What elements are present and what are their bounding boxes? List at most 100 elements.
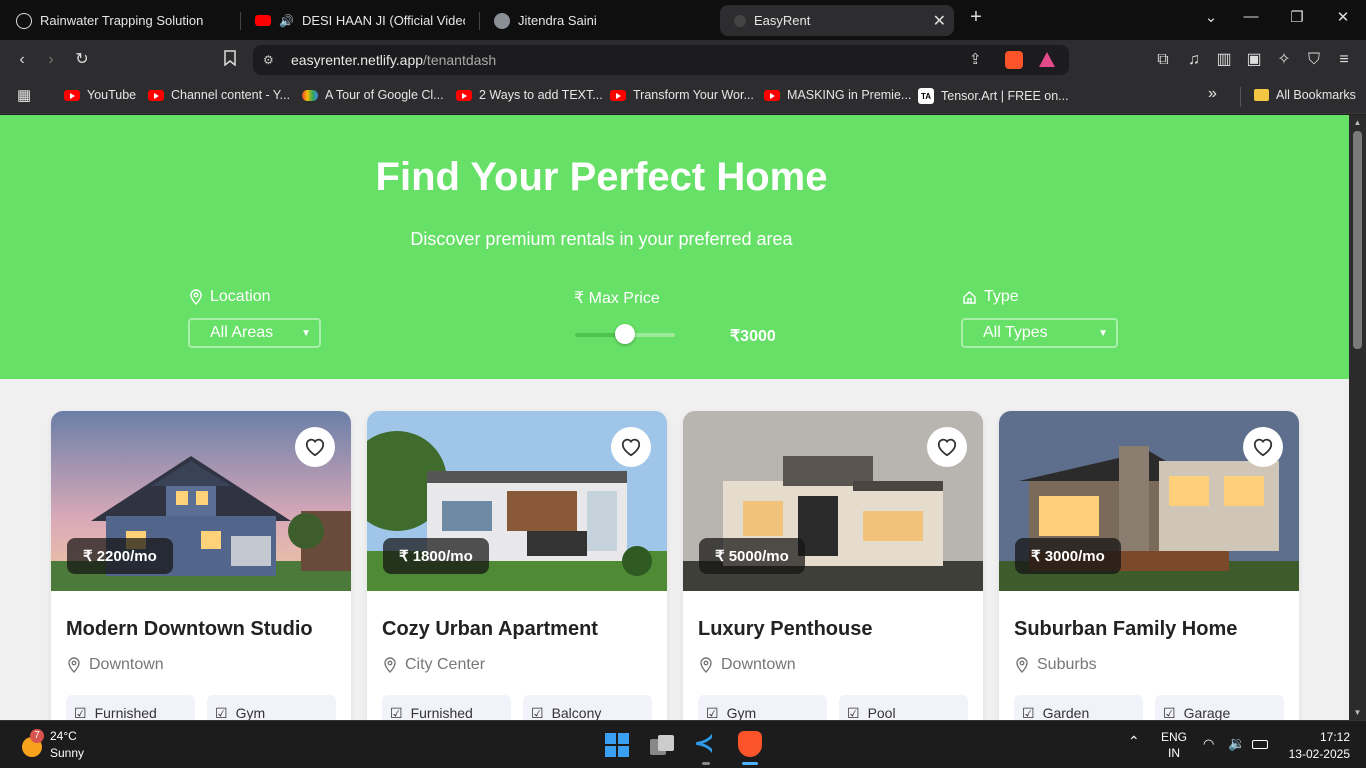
weather-widget[interactable]: 7 24°C Sunny: [18, 729, 98, 763]
tab-search-chevron-icon[interactable]: ⌄: [1199, 8, 1223, 26]
listing-card[interactable]: ₹ 1800/mo Cozy Urban Apartment City Cent…: [367, 411, 667, 720]
scroll-up-icon[interactable]: ▲: [1352, 118, 1363, 127]
home-icon: [963, 290, 976, 304]
battery-icon[interactable]: [1252, 740, 1268, 749]
audio-icon[interactable]: 🔊: [279, 14, 294, 28]
sidebar-icon[interactable]: ▥: [1214, 50, 1234, 70]
check-circle-icon: ☑: [215, 705, 228, 720]
amenity-tag: ☑ Gym: [207, 695, 336, 720]
youtube-icon: [64, 89, 80, 101]
listing-location: Downtown: [699, 656, 796, 674]
listing-card[interactable]: ₹ 3000/mo Suburban Family Home Suburbs ☑…: [999, 411, 1299, 720]
location-select[interactable]: All Areas ▼: [188, 318, 321, 348]
amenity-tag: ☑ Furnished: [66, 695, 195, 720]
wallet-icon[interactable]: ▣: [1244, 50, 1264, 70]
chevron-up-icon[interactable]: ⌃: [1128, 733, 1140, 750]
vscode-icon[interactable]: ≺: [694, 731, 718, 757]
youtube-icon: [255, 15, 271, 26]
amenity-tag: ☑ Balcony: [523, 695, 652, 720]
brave-shields-icon[interactable]: [1005, 51, 1023, 69]
bookmark-youtube[interactable]: YouTube: [64, 88, 136, 102]
url-text[interactable]: easyrenter.netlify.app/tenantdash: [291, 52, 496, 68]
page-subtitle: Discover premium rentals in your preferr…: [410, 229, 793, 249]
back-icon[interactable]: ‹: [12, 50, 32, 70]
listing-card[interactable]: ₹ 2200/mo Modern Downtown Studio Downtow…: [51, 411, 351, 720]
address-bar[interactable]: ⚙ easyrenter.netlify.app/tenantdash ⇪: [253, 45, 1069, 75]
all-bookmarks-button[interactable]: All Bookmarks: [1254, 88, 1356, 102]
brave-rewards-icon[interactable]: [1039, 52, 1055, 67]
price-badge: ₹ 3000/mo: [1015, 538, 1121, 574]
minimize-button[interactable]: —: [1239, 8, 1263, 25]
price-badge: ₹ 2200/mo: [67, 538, 173, 574]
extensions-icon[interactable]: ⧉: [1153, 50, 1173, 70]
price-slider-thumb[interactable]: [615, 324, 635, 344]
windows-start-icon[interactable]: [605, 733, 629, 757]
bookmark-masking[interactable]: MASKING in Premie...: [764, 88, 911, 102]
media-icon[interactable]: ♫: [1184, 50, 1204, 70]
listing-title: Luxury Penthouse: [698, 618, 873, 640]
brave-browser-icon[interactable]: [738, 731, 762, 757]
bookmarks-bar: ▦ YouTube Channel content - Y... A Tour …: [0, 80, 1366, 114]
favorite-button[interactable]: [611, 427, 651, 467]
scrollbar-thumb[interactable]: [1353, 131, 1362, 349]
tab-rainwater[interactable]: Rainwater Trapping Solution: [6, 5, 236, 36]
type-label: Type: [962, 288, 1019, 306]
share-icon[interactable]: ⇪: [969, 50, 982, 68]
clock[interactable]: 17:12 13-02-2025: [1280, 730, 1350, 761]
favorite-button[interactable]: [295, 427, 335, 467]
youtube-icon: [456, 89, 472, 101]
menu-icon[interactable]: ≡: [1334, 50, 1354, 70]
heart-icon: [305, 438, 325, 457]
close-window-button[interactable]: ✕: [1331, 8, 1355, 26]
bookmark-transform[interactable]: Transform Your Wor...: [610, 88, 754, 102]
map-pin-icon: [190, 289, 202, 305]
page-scrollbar[interactable]: ▲ ▼: [1349, 115, 1366, 720]
leo-ai-icon[interactable]: ✧: [1274, 50, 1294, 70]
favorite-button[interactable]: [1243, 427, 1283, 467]
tab-jitendra-saini[interactable]: Jitendra Saini: [484, 5, 714, 36]
bookmark-add-text[interactable]: 2 Ways to add TEXT...: [456, 88, 603, 102]
tab-title: Jitendra Saini: [518, 13, 597, 28]
forward-icon[interactable]: ›: [41, 50, 61, 70]
tensorart-icon: TA: [918, 88, 934, 104]
weather-badge: 7: [30, 729, 44, 743]
reload-icon[interactable]: ↻: [72, 50, 92, 70]
listing-card[interactable]: ₹ 5000/mo Luxury Penthouse Downtown ☑ Gym…: [683, 411, 983, 720]
amenity-tag: ☑ Furnished: [382, 695, 511, 720]
new-tab-button[interactable]: +: [964, 6, 988, 29]
check-circle-icon: ☑: [531, 705, 544, 720]
youtube-icon: [764, 89, 780, 101]
apps-icon[interactable]: ▦: [17, 86, 31, 104]
max-price-label: ₹ Max Price: [574, 290, 660, 307]
wifi-icon[interactable]: ◠: [1203, 736, 1214, 752]
maximize-button[interactable]: ❐: [1285, 8, 1309, 26]
tab-title: EasyRent: [754, 13, 811, 28]
more-bookmarks-icon[interactable]: »: [1208, 85, 1217, 103]
bookmark-channel-content[interactable]: Channel content - Y...: [148, 88, 290, 102]
close-tab-icon[interactable]: ✕: [933, 11, 946, 31]
favorite-button[interactable]: [927, 427, 967, 467]
page-title: Find Your Perfect Home: [375, 155, 828, 199]
listing-location: Downtown: [67, 656, 164, 674]
avatar-icon: [494, 12, 510, 29]
site-icon: [734, 14, 746, 27]
chatgpt-icon: [16, 12, 32, 29]
site-info-icon[interactable]: ⚙: [263, 53, 274, 67]
language-indicator[interactable]: ENG IN: [1161, 730, 1187, 760]
chevron-down-icon: ▼: [1098, 327, 1108, 339]
task-view-icon[interactable]: [650, 735, 674, 755]
tab-title: Rainwater Trapping Solution: [40, 13, 204, 28]
vpn-icon[interactable]: ⛉: [1304, 50, 1324, 70]
tab-strip: Rainwater Trapping Solution 🔊 DESI HAAN …: [0, 0, 1366, 40]
tab-desi-haan-ji[interactable]: 🔊 DESI HAAN JI (Official Video) No: [245, 5, 475, 36]
bookmark-icon[interactable]: [220, 50, 240, 70]
scroll-down-icon[interactable]: ▼: [1352, 708, 1363, 717]
type-select[interactable]: All Types ▼: [961, 318, 1118, 348]
volume-icon[interactable]: 🔉: [1228, 735, 1245, 752]
check-circle-icon: ☑: [706, 705, 719, 720]
map-pin-icon: [1016, 657, 1028, 673]
listing-title: Modern Downtown Studio: [66, 618, 313, 640]
tab-easyrent[interactable]: EasyRent ✕: [720, 5, 954, 36]
bookmark-tensorart[interactable]: TA Tensor.Art | FREE on...: [918, 88, 1069, 104]
bookmark-google-cloud[interactable]: A Tour of Google Cl...: [302, 88, 444, 102]
